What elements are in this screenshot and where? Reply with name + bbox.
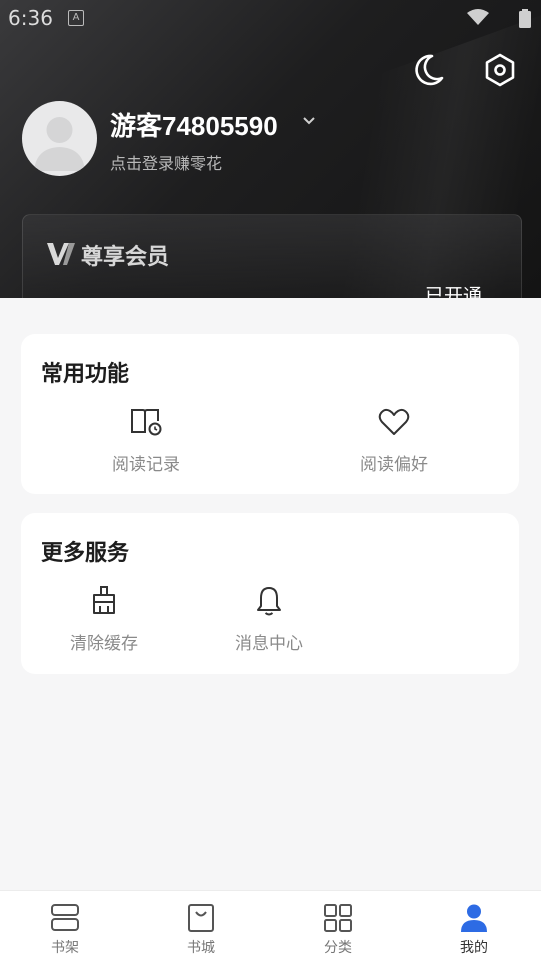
shopping-bag-icon <box>188 904 214 932</box>
person-icon <box>461 904 487 932</box>
tab-label: 分类 <box>324 940 352 956</box>
tab-mine[interactable]: 我的 <box>434 891 514 961</box>
reading-preference-button[interactable]: 阅读偏好 <box>319 406 469 496</box>
tile-label: 阅读偏好 <box>360 455 428 475</box>
night-mode-button[interactable] <box>408 50 448 90</box>
battery-icon <box>519 9 531 28</box>
tab-label: 书城 <box>187 940 215 956</box>
tab-category[interactable]: 分类 <box>298 891 378 961</box>
bottom-tab-bar: 书架 书城 分类 我的 <box>0 890 541 961</box>
moon-icon <box>415 54 444 86</box>
broom-icon <box>93 586 115 614</box>
vip-title: 尊享会员 <box>81 244 170 270</box>
status-time: 6:36 <box>8 6 53 30</box>
bell-icon <box>257 587 281 616</box>
settings-hexagon-icon <box>485 53 515 87</box>
profile-header: 6:36 A 游客74805590 点击登录赚零花 尊享会员 已开通 <box>0 0 541 298</box>
book-history-icon <box>131 409 162 436</box>
username[interactable]: 游客74805590 <box>110 106 278 143</box>
avatar[interactable] <box>22 101 97 176</box>
chevron-down-icon[interactable] <box>302 116 316 126</box>
tile-label: 清除缓存 <box>70 634 138 654</box>
tab-bookstore[interactable]: 书城 <box>161 891 241 961</box>
bookshelf-icon <box>51 904 79 931</box>
heart-icon <box>378 408 410 435</box>
more-services-card: 更多服务 清除缓存 消息中心 <box>21 513 519 674</box>
vip-membership-card[interactable]: 尊享会员 已开通 <box>22 214 522 298</box>
vip-status: 已开通 <box>425 285 483 298</box>
login-hint[interactable]: 点击登录赚零花 <box>110 150 222 174</box>
tile-label: 阅读记录 <box>112 455 180 475</box>
section-title: 更多服务 <box>41 541 130 566</box>
section-title: 常用功能 <box>41 362 130 387</box>
clear-cache-button[interactable]: 清除缓存 <box>29 585 179 675</box>
message-center-button[interactable]: 消息中心 <box>194 585 344 675</box>
tab-label: 我的 <box>460 940 488 956</box>
default-avatar-icon <box>34 117 85 171</box>
settings-button[interactable] <box>480 50 520 90</box>
tab-bookshelf[interactable]: 书架 <box>25 891 105 961</box>
wifi-icon <box>467 9 489 25</box>
reading-history-button[interactable]: 阅读记录 <box>71 406 221 496</box>
grid-icon <box>324 904 352 932</box>
tab-label: 书架 <box>51 940 79 956</box>
frequent-functions-card: 常用功能 阅读记录 阅读偏好 <box>21 334 519 494</box>
status-bar: 6:36 A <box>0 0 541 36</box>
tile-label: 消息中心 <box>235 634 303 654</box>
notification-icon: A <box>68 10 84 26</box>
vip-logo-icon <box>47 243 75 265</box>
